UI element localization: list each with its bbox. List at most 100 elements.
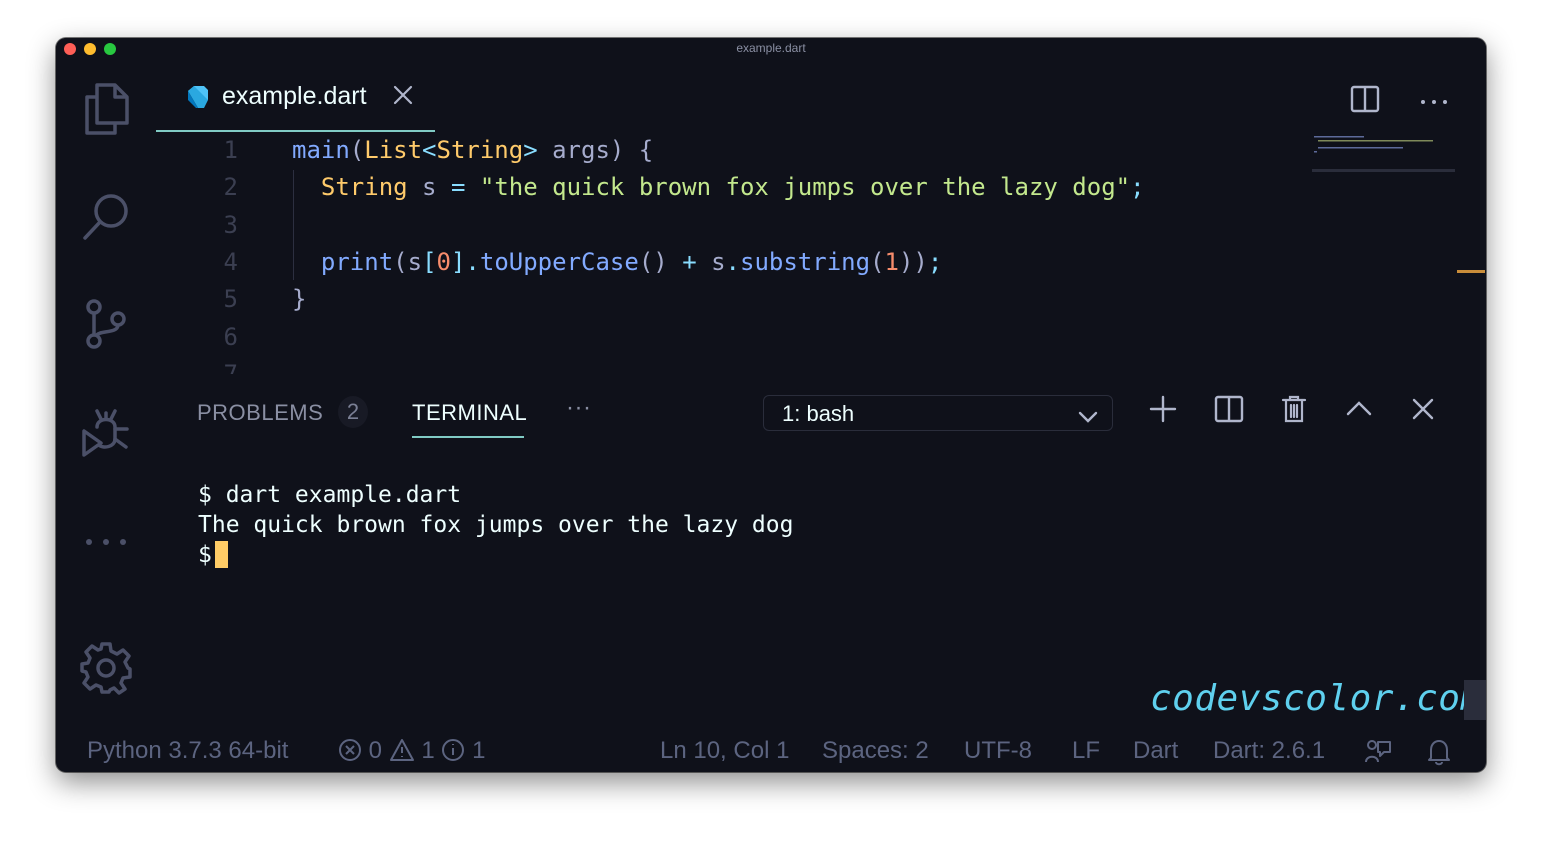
panel-header: PROBLEMS 2 TERMINAL ··· 1: bash (156, 374, 1486, 448)
minimap-slider[interactable] (1312, 169, 1455, 172)
code-token: + (682, 247, 697, 276)
panel-more-icon[interactable]: ··· (566, 394, 591, 422)
terminal-select-value: 1: bash (782, 401, 855, 426)
terminal-select[interactable]: 1: bash (763, 395, 1113, 431)
code-token: = (450, 173, 466, 202)
warning-icon (389, 738, 415, 769)
line-number: 1 (223, 136, 238, 164)
code-token: substring (740, 247, 871, 276)
code-line[interactable]: 4 print(s[0].toUpperCase() + s.substring… (156, 244, 1486, 281)
cursor-position[interactable]: Ln 10, Col 1 (660, 737, 789, 765)
code-line[interactable]: 1 main(List<String> args) { (156, 132, 1486, 169)
close-tab-icon[interactable] (392, 84, 414, 111)
code-token: String (320, 173, 408, 202)
terminal-output[interactable]: $ dart example.dart The quick brown fox … (198, 480, 793, 570)
code-token: ; (927, 247, 943, 276)
files-icon[interactable] (78, 80, 134, 136)
search-icon[interactable] (78, 188, 134, 244)
code-token: String (436, 136, 524, 164)
error-icon (338, 738, 362, 769)
code-token: } (292, 285, 307, 314)
new-terminal-icon[interactable] (1148, 394, 1178, 429)
error-count: 0 (368, 737, 383, 764)
problems-summary[interactable]: 0 1 1 (338, 737, 485, 769)
debug-icon[interactable] (78, 404, 134, 460)
more-icon[interactable] (78, 514, 134, 570)
code-token: (s (393, 247, 423, 276)
activity-bar (56, 58, 156, 734)
feedback-icon[interactable] (1364, 738, 1392, 772)
code-token: () (638, 247, 683, 276)
scrollbar-marker (1457, 270, 1485, 273)
code-line[interactable]: 6 (156, 319, 1486, 356)
watermark: codevscolor.com (1150, 678, 1483, 719)
notifications-bell-icon[interactable] (1427, 738, 1451, 772)
line-number: 6 (223, 322, 238, 351)
python-interpreter[interactable]: Python 3.7.3 64-bit (87, 737, 288, 765)
warning-count: 1 (421, 737, 435, 764)
info-icon (441, 738, 465, 769)
code-token: ( (870, 247, 885, 276)
window-title: example.dart (736, 41, 806, 55)
code-line[interactable]: 2 String s = "the quick brown fox jumps … (156, 169, 1486, 206)
terminal-prompt-line: $ (198, 540, 793, 570)
line-number: 7 (223, 359, 238, 374)
code-token: toUpperCase (479, 247, 639, 276)
split-editor-icon[interactable] (1350, 84, 1380, 119)
minimap[interactable] (1312, 132, 1457, 172)
code-token: . (725, 247, 740, 276)
terminal-cursor (214, 541, 228, 568)
split-terminal-icon[interactable] (1214, 394, 1244, 429)
line-number: 4 (223, 247, 238, 276)
line-number: 3 (223, 210, 238, 239)
line-number: 5 (223, 285, 238, 314)
code-token: s (696, 247, 726, 276)
dart-sdk-version[interactable]: Dart: 2.6.1 (1213, 737, 1325, 765)
tab-terminal[interactable]: TERMINAL (412, 400, 527, 426)
code-token: List (364, 136, 423, 164)
tab-example-dart[interactable]: example.dart (156, 58, 435, 132)
code-token: < (422, 136, 437, 164)
code-token: args) { (537, 136, 654, 164)
language-mode[interactable]: Dart (1133, 737, 1178, 765)
code-token: )) (898, 247, 928, 276)
terminal-scrollbar[interactable] (1464, 680, 1486, 720)
close-panel-icon[interactable] (1410, 396, 1436, 427)
tab-problems[interactable]: PROBLEMS (197, 400, 323, 426)
maximize-panel-chevron-up-icon[interactable] (1344, 394, 1374, 429)
source-control-icon[interactable] (78, 296, 134, 352)
title-bar: example.dart (56, 38, 1486, 58)
terminal-prompt: $ (198, 542, 212, 568)
problems-count-badge: 2 (338, 396, 368, 428)
file-encoding[interactable]: UTF-8 (964, 737, 1032, 765)
editor-tab-bar: example.dart (156, 58, 1486, 132)
code-text: print(s[0].toUpperCase() + s.substring(1… (292, 244, 942, 281)
code-token: ; (1130, 173, 1145, 202)
code-line[interactable]: 7 (156, 356, 1486, 374)
code-token: s (407, 173, 451, 202)
code-text: main(List<String> args) { (292, 132, 653, 169)
kill-terminal-trash-icon[interactable] (1280, 394, 1308, 429)
more-actions-icon[interactable] (1420, 93, 1448, 111)
terminal-line: $ dart example.dart (198, 482, 462, 508)
code-line[interactable]: 3 (156, 207, 1486, 244)
code-token: ] (450, 247, 466, 276)
line-number: 2 (223, 173, 238, 202)
panel-actions (1148, 394, 1436, 429)
dart-file-icon (184, 84, 210, 115)
code-token: ( (349, 136, 365, 164)
code-token: 1 (884, 247, 899, 276)
vscode-window: example.dart example.dart 1 main(List<St… (56, 38, 1486, 772)
indentation[interactable]: Spaces: 2 (822, 737, 929, 765)
line-ending[interactable]: LF (1072, 737, 1100, 765)
info-count: 1 (472, 737, 486, 764)
code-token: [ (422, 247, 437, 276)
editor-actions (1350, 84, 1448, 119)
code-line[interactable]: 5} (156, 281, 1486, 318)
code-text: } (292, 281, 306, 318)
code-editor[interactable]: 1 main(List<String> args) {2 String s = "… (156, 132, 1486, 374)
settings-gear-icon[interactable] (78, 640, 134, 696)
chevron-down-icon (1078, 404, 1098, 430)
